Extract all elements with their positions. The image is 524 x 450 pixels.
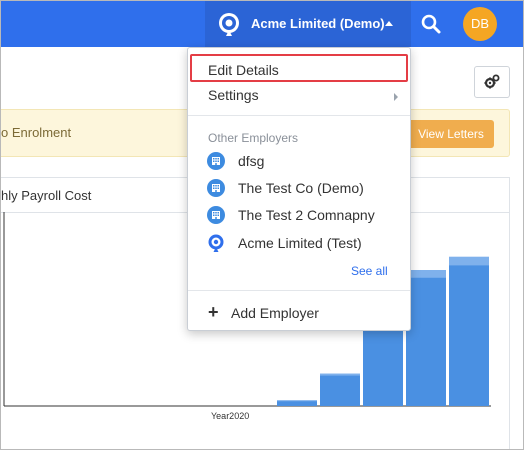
chart-bar bbox=[320, 373, 360, 406]
caret-up-icon bbox=[385, 21, 393, 26]
menu-item-label: Settings bbox=[208, 87, 259, 103]
current-employer-name: Acme Limited (Demo) bbox=[251, 16, 385, 31]
menu-item-settings[interactable]: Settings bbox=[188, 84, 410, 106]
location-pin-icon bbox=[208, 234, 224, 252]
other-employers-header: Other Employers bbox=[208, 131, 299, 145]
building-icon bbox=[207, 206, 225, 224]
user-avatar[interactable]: DB bbox=[463, 7, 497, 41]
employer-dropdown-menu: Edit Details Settings Other Employers df… bbox=[187, 47, 411, 331]
employer-item-the-test-2[interactable]: The Test 2 Comnapny bbox=[188, 205, 410, 227]
chart-bar-top-segment bbox=[449, 256, 489, 266]
panel-title: hly Payroll Cost bbox=[1, 188, 92, 203]
location-pin-icon bbox=[219, 13, 239, 36]
alert-text: o Enrolment bbox=[1, 125, 72, 140]
x-tick-label: Year2020 bbox=[211, 411, 249, 421]
chart-settings-button[interactable] bbox=[474, 66, 510, 98]
app-window: Acme Limited (Demo) DB o Enrolment View … bbox=[0, 0, 524, 450]
chart-bar-top-segment bbox=[277, 400, 317, 402]
employer-switcher[interactable]: Acme Limited (Demo) bbox=[205, 1, 411, 47]
employer-name: Acme Limited (Test) bbox=[238, 235, 362, 251]
chart-bar bbox=[406, 270, 446, 406]
employer-name: The Test Co (Demo) bbox=[238, 180, 364, 196]
highlight-outline bbox=[190, 54, 408, 82]
search-icon[interactable] bbox=[419, 12, 443, 36]
employer-item-acme-test[interactable]: Acme Limited (Test) bbox=[188, 233, 410, 255]
employer-name: The Test 2 Comnapny bbox=[238, 207, 375, 223]
employer-item-dfsg[interactable]: dfsg bbox=[188, 151, 410, 173]
view-letters-button[interactable]: View Letters bbox=[408, 120, 494, 148]
see-all-link[interactable]: See all bbox=[351, 264, 388, 278]
chart-bar bbox=[449, 256, 489, 406]
chart-bar-top-segment bbox=[406, 270, 446, 278]
chart-bar bbox=[363, 321, 403, 406]
employer-item-the-test-co[interactable]: The Test Co (Demo) bbox=[188, 178, 410, 200]
chart-bar-top-segment bbox=[320, 373, 360, 376]
plus-icon: + bbox=[208, 302, 219, 322]
menu-divider bbox=[188, 115, 410, 116]
top-navbar: Acme Limited (Demo) DB bbox=[1, 1, 523, 47]
menu-divider bbox=[188, 290, 410, 291]
building-icon bbox=[207, 179, 225, 197]
add-employer-button[interactable]: + Add Employer bbox=[188, 302, 410, 324]
employer-name: dfsg bbox=[238, 153, 265, 169]
building-icon bbox=[207, 152, 225, 170]
menu-item-label: Add Employer bbox=[231, 305, 319, 321]
cogs-icon bbox=[484, 74, 500, 89]
chevron-right-icon bbox=[394, 93, 398, 101]
